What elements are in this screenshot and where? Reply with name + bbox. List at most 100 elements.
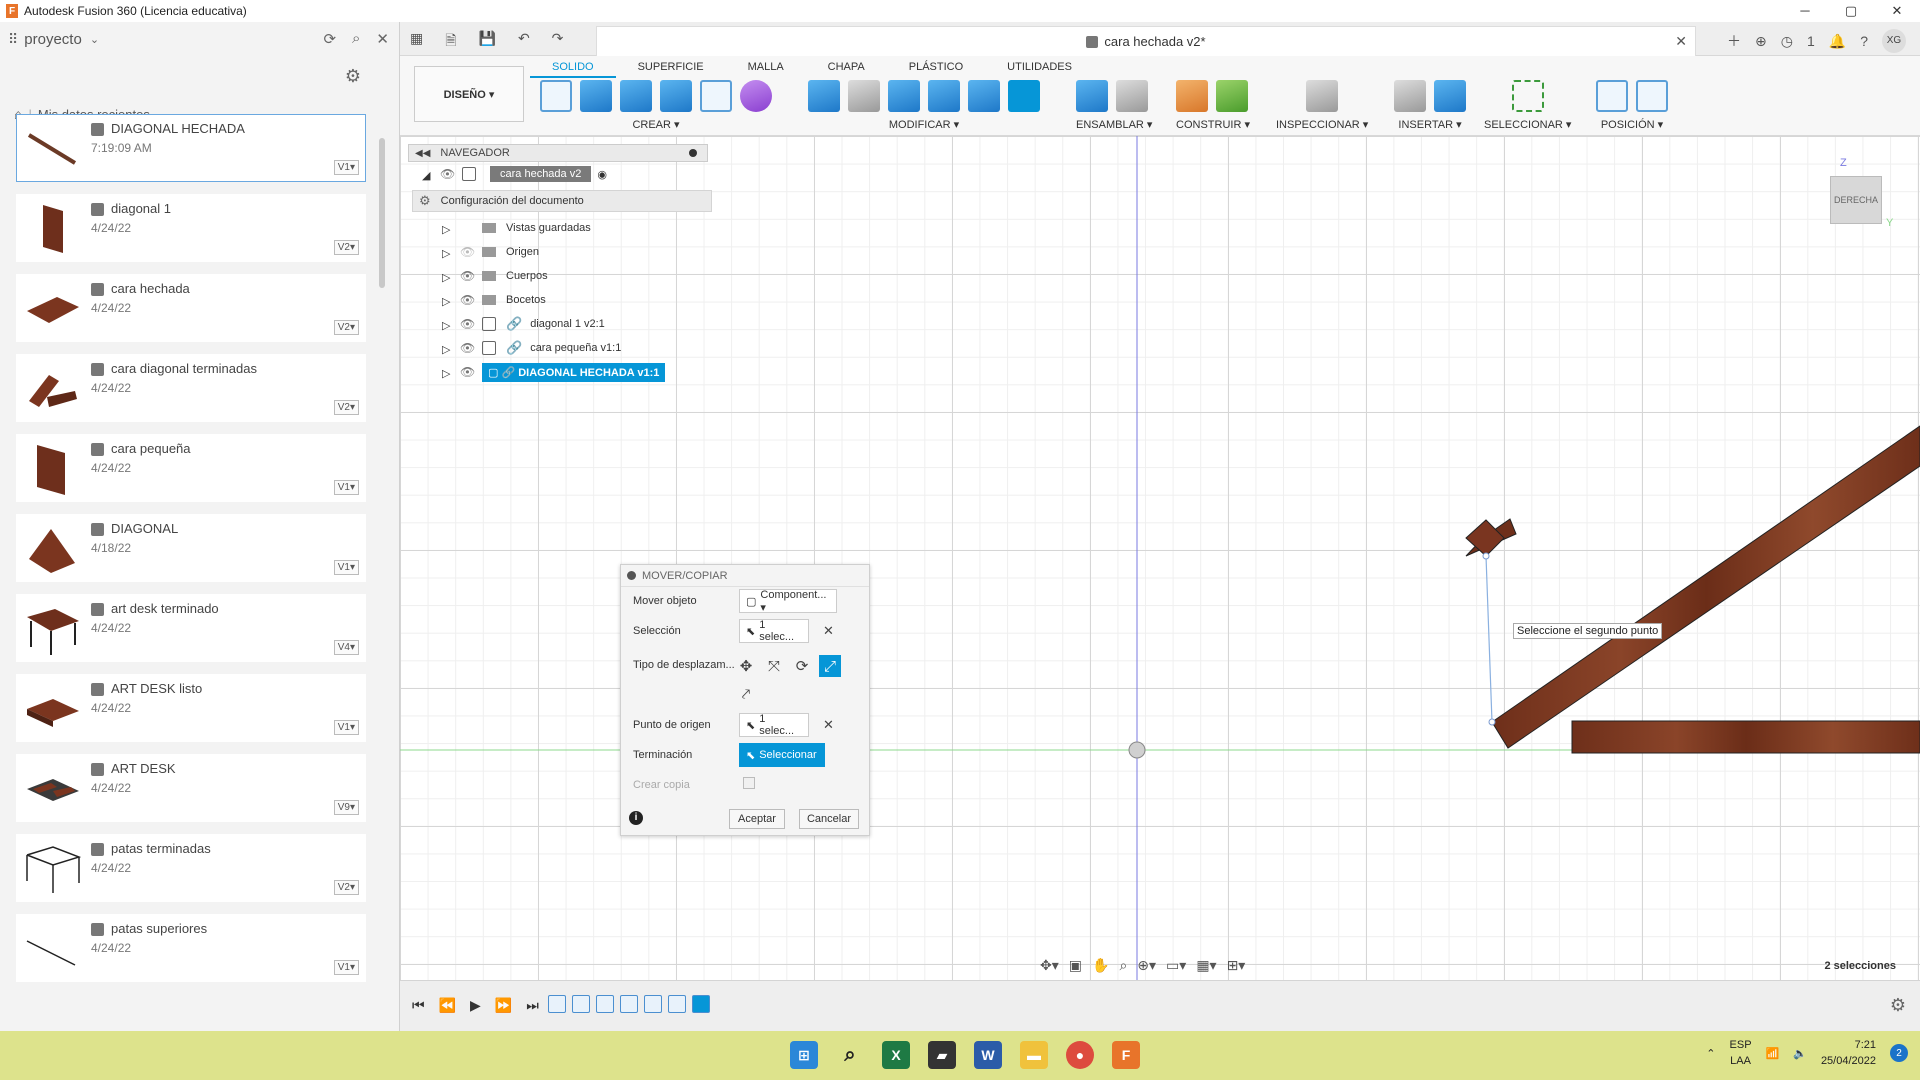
minimize-button[interactable]: ─ xyxy=(1782,0,1828,22)
extensions-icon[interactable]: ⊕ xyxy=(1755,33,1767,50)
assemble-menu[interactable]: ENSAMBLAR ▾ xyxy=(1076,118,1152,131)
cancel-button[interactable]: Cancelar xyxy=(799,809,859,829)
construct-menu[interactable]: CONSTRUIR ▾ xyxy=(1176,118,1250,131)
fillet-icon[interactable] xyxy=(848,80,880,112)
look-at-icon[interactable]: ▣ xyxy=(1069,957,1082,974)
project-selector[interactable]: proyecto xyxy=(24,31,82,48)
point-to-position-icon[interactable]: ⤤ xyxy=(735,683,757,705)
move-copy-icon[interactable] xyxy=(1008,80,1040,112)
close-icon[interactable]: ✕ xyxy=(376,30,389,48)
insert-menu[interactable]: INSERTAR ▾ xyxy=(1394,118,1466,131)
collapse-dialog-icon[interactable] xyxy=(627,571,636,580)
move-object-select[interactable]: ▢ Component... ▾ xyxy=(739,589,837,614)
timeline-feature[interactable] xyxy=(548,995,566,1013)
timeline-feature[interactable] xyxy=(572,995,590,1013)
tab-solido[interactable]: SOLIDO xyxy=(530,58,616,78)
file-card[interactable]: patas superiores 4/24/22 V1▾ xyxy=(16,914,366,982)
chevron-down-icon[interactable]: ⌄ xyxy=(90,33,99,46)
orbit-icon[interactable]: ✥▾ xyxy=(1040,957,1059,974)
expand-triangle-icon[interactable]: ▷ xyxy=(442,367,452,380)
version-badge[interactable]: V1▾ xyxy=(333,160,359,175)
zoom-icon[interactable]: ⌕ xyxy=(1119,957,1127,974)
chevron-up-icon[interactable]: ⌃ xyxy=(1706,1047,1715,1060)
split-face-icon[interactable] xyxy=(968,80,1000,112)
expand-triangle-icon[interactable]: ▷ xyxy=(442,295,452,308)
visibility-eye-icon[interactable]: 👁 xyxy=(460,365,475,379)
pan-icon[interactable]: ✋ xyxy=(1092,957,1109,974)
timeline-feature[interactable] xyxy=(668,995,686,1013)
origin-point-picker[interactable]: ⬉ 1 selec... xyxy=(739,713,809,737)
expand-triangle-icon[interactable]: ▷ xyxy=(442,271,452,284)
notifications-icon[interactable]: 🔔 xyxy=(1829,33,1846,50)
undo-icon[interactable]: ↶ xyxy=(518,30,530,54)
extrude-icon[interactable] xyxy=(580,80,612,112)
viewports-icon[interactable]: ⊞▾ xyxy=(1227,957,1246,974)
version-badge[interactable]: V4▾ xyxy=(333,640,359,655)
visibility-eye-icon[interactable]: 👁 xyxy=(440,167,455,181)
maximize-button[interactable]: ▢ xyxy=(1828,0,1874,22)
revolve-icon[interactable] xyxy=(620,80,652,112)
scrollbar[interactable] xyxy=(379,138,385,288)
version-badge[interactable]: V2▾ xyxy=(333,400,359,415)
clock[interactable]: 7:21 25/04/2022 xyxy=(1821,1037,1876,1069)
create-form-icon[interactable] xyxy=(740,80,772,112)
version-badge[interactable]: V2▾ xyxy=(333,880,359,895)
new-tab-icon[interactable]: ＋ xyxy=(1727,31,1741,51)
file-card[interactable]: art desk terminado 4/24/22 V4▾ xyxy=(16,594,366,662)
inspect-menu[interactable]: INSPECCIONAR ▾ xyxy=(1276,118,1368,131)
version-badge[interactable]: V1▾ xyxy=(333,560,359,575)
browser-item-bodies[interactable]: ▷ 👁 Cuerpos xyxy=(408,264,708,288)
grid-icon[interactable]: ⠿ xyxy=(8,31,18,48)
timeline-feature[interactable] xyxy=(596,995,614,1013)
document-settings-row[interactable]: ⚙ Configuración del documento xyxy=(412,190,712,212)
termination-picker[interactable]: ⬉ Seleccionar xyxy=(739,743,825,767)
tab-chapa[interactable]: CHAPA xyxy=(806,58,887,78)
visibility-eye-icon[interactable]: 👁 xyxy=(460,341,475,355)
workspace-switcher[interactable]: DISEÑO ▾ xyxy=(414,66,524,122)
wifi-icon[interactable]: 📶 xyxy=(1766,1047,1780,1060)
browser-item-origin[interactable]: ▷ 👁 Origen xyxy=(408,240,708,264)
browser-item-saved-views[interactable]: ▷ Vistas guardadas xyxy=(408,216,708,240)
pattern-icon[interactable] xyxy=(700,80,732,112)
ok-button[interactable]: Aceptar xyxy=(729,809,785,829)
expand-triangle-icon[interactable]: ▷ xyxy=(442,343,452,356)
tab-utilidades[interactable]: UTILIDADES xyxy=(985,58,1094,78)
close-tab-icon[interactable]: ✕ xyxy=(1675,33,1687,50)
play-icon[interactable]: ▶ xyxy=(470,997,481,1014)
notes-app-icon[interactable]: ▰ xyxy=(928,1041,956,1069)
midplane-icon[interactable] xyxy=(1216,80,1248,112)
grid-settings-icon[interactable]: ▦▾ xyxy=(1196,957,1216,974)
excel-icon[interactable]: X xyxy=(882,1041,910,1069)
point-to-point-icon[interactable]: ⤢ xyxy=(819,655,841,677)
job-status-icon[interactable]: ◷ xyxy=(1781,33,1793,50)
go-to-start-icon[interactable]: ⏮ xyxy=(412,997,425,1014)
new-component-icon[interactable] xyxy=(1076,80,1108,112)
expand-triangle-icon[interactable]: ▷ xyxy=(442,319,452,332)
free-move-icon[interactable]: ✥ xyxy=(735,655,757,677)
capture-position-icon[interactable] xyxy=(1596,80,1628,112)
language-indicator[interactable]: ESP LAA xyxy=(1730,1037,1752,1069)
create-menu[interactable]: CREAR ▾ xyxy=(540,118,772,131)
help-icon[interactable]: ? xyxy=(1860,33,1868,49)
word-icon[interactable]: W xyxy=(974,1041,1002,1069)
info-icon[interactable]: i xyxy=(629,811,643,825)
file-card[interactable]: DIAGONAL HECHADA 7:19:09 AM V1▾ xyxy=(16,114,366,182)
step-back-icon[interactable]: ⏪ xyxy=(439,997,456,1014)
press-pull-icon[interactable] xyxy=(808,80,840,112)
refresh-icon[interactable]: ⟳ xyxy=(323,30,336,48)
rotate-icon[interactable]: ⟳ xyxy=(791,655,813,677)
visibility-eye-icon[interactable]: 👁 xyxy=(460,317,475,331)
clear-origin-icon[interactable]: ✕ xyxy=(823,717,834,733)
clear-selection-icon[interactable]: ✕ xyxy=(823,623,834,639)
browser-item-sketches[interactable]: ▷ 👁 Bocetos xyxy=(408,288,708,312)
visibility-eye-icon[interactable]: 👁 xyxy=(460,293,475,307)
version-badge[interactable]: V1▾ xyxy=(333,960,359,975)
timeline-feature-current[interactable] xyxy=(692,995,710,1013)
selection-picker[interactable]: ⬉ 1 selec... xyxy=(739,619,809,643)
close-window-button[interactable]: ✕ xyxy=(1874,0,1920,22)
windows-start-icon[interactable]: ⊞ xyxy=(790,1041,818,1069)
combine-icon[interactable] xyxy=(928,80,960,112)
version-badge[interactable]: V9▾ xyxy=(333,800,359,815)
volume-icon[interactable]: 🔈 xyxy=(1793,1047,1807,1060)
tab-superficie[interactable]: SUPERFICIE xyxy=(616,58,726,78)
